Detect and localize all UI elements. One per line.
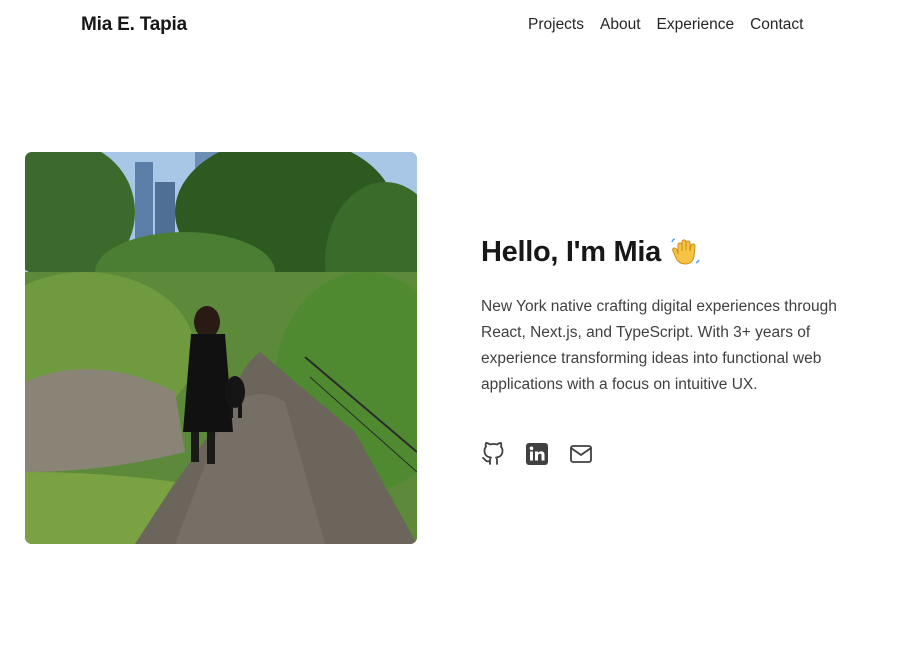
nav-experience[interactable]: Experience (657, 16, 735, 34)
social-links (481, 442, 876, 466)
brand-link[interactable]: Mia E. Tapia (81, 14, 187, 36)
nav-contact[interactable]: Contact (750, 16, 803, 34)
site-header: Mia E. Tapia Projects About Experience C… (0, 0, 902, 54)
nav-projects[interactable]: Projects (528, 16, 584, 34)
greeting-text: Hello, I'm Mia (481, 235, 661, 268)
github-icon (482, 442, 504, 465)
intro-paragraph: New York native crafting digital experie… (481, 298, 837, 393)
profile-photo (25, 152, 417, 544)
email-link[interactable] (569, 442, 593, 466)
mail-icon (570, 445, 592, 463)
waving-hand-icon (669, 236, 701, 268)
main-nav: Projects About Experience Contact (528, 16, 803, 34)
hero-heading: Hello, I'm Mia (481, 232, 876, 272)
linkedin-icon (526, 443, 548, 465)
hero-section: Hello, I'm Mia New York native crafting … (481, 232, 876, 466)
nav-about[interactable]: About (600, 16, 641, 34)
linkedin-link[interactable] (525, 442, 549, 466)
github-link[interactable] (481, 442, 505, 466)
